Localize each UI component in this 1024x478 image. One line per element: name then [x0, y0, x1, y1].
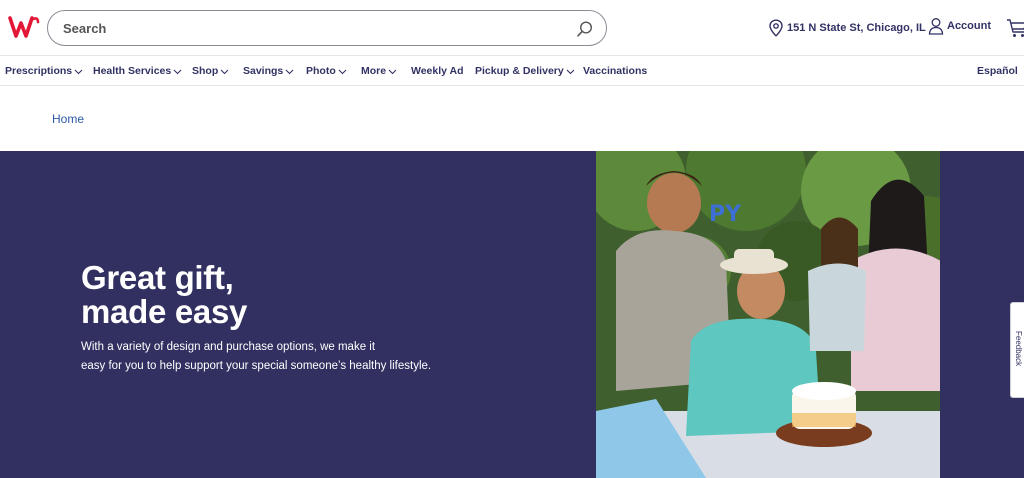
chevron-down-icon — [173, 69, 182, 74]
hero-description: With a variety of design and purchase op… — [81, 338, 451, 376]
nav-photo[interactable]: Photo — [306, 65, 347, 77]
nav-shop[interactable]: Shop — [192, 65, 229, 77]
nav-health-services[interactable]: Health Services — [93, 65, 182, 77]
search-placeholder: Search — [63, 21, 107, 36]
nav-label: More — [361, 65, 387, 77]
language-toggle[interactable]: Español — [977, 65, 1018, 77]
hero-photo: PY — [596, 151, 940, 478]
search-icon[interactable] — [576, 20, 594, 38]
chevron-down-icon — [566, 69, 575, 74]
nav-label: Shop — [192, 65, 219, 77]
nav-label: Pickup & Delivery — [475, 65, 564, 77]
walgreens-logo-icon[interactable] — [8, 14, 40, 40]
nav-prescriptions[interactable]: Prescriptions — [5, 65, 83, 77]
search-input[interactable]: Search — [47, 10, 607, 46]
nav-label: Photo — [306, 65, 336, 77]
location-pin-icon — [769, 19, 783, 37]
chevron-down-icon — [338, 69, 347, 74]
hero-description-line: easy for you to help support your specia… — [81, 360, 432, 372]
nav-label: Weekly Ad — [411, 65, 464, 77]
nav-label: Vaccinations — [583, 65, 648, 77]
account-label: Account — [947, 20, 991, 32]
nav-label: Savings — [243, 65, 284, 77]
main-nav: Prescriptions Health Services Shop Savin… — [0, 57, 1024, 86]
person-icon — [928, 18, 944, 35]
nav-more[interactable]: More — [361, 65, 397, 77]
nav-label: Health Services — [93, 65, 172, 77]
store-locator[interactable]: 151 N State St, Chicago, IL — [768, 18, 926, 38]
hero-description-line: With a variety of design and purchase op… — [81, 341, 376, 353]
hero-title: Great gift, made easy — [81, 261, 481, 329]
hero-title-line: made easy — [81, 293, 248, 330]
chevron-down-icon — [388, 69, 397, 74]
feedback-label: Feedback — [1014, 331, 1023, 367]
feedback-tab[interactable]: Feedback — [1010, 302, 1024, 398]
chevron-down-icon — [285, 69, 294, 74]
account-link[interactable]: Account — [928, 17, 991, 35]
balloon-letters: PY — [709, 202, 742, 227]
site-header: Search 151 N State St, Chicago, IL Accou… — [0, 0, 1024, 56]
nav-savings[interactable]: Savings — [243, 65, 294, 77]
hero-title-line: Great gift, — [81, 259, 234, 296]
language-label: Español — [977, 65, 1018, 77]
hero-banner: Great gift, made easy With a variety of … — [0, 151, 1024, 478]
nav-label: Prescriptions — [5, 65, 73, 77]
breadcrumb-home[interactable]: Home — [52, 112, 84, 126]
nav-vaccinations[interactable]: Vaccinations — [583, 65, 647, 77]
nav-weekly-ad[interactable]: Weekly Ad — [411, 65, 464, 77]
store-address: 151 N State St, Chicago, IL — [787, 22, 926, 34]
nav-pickup-delivery[interactable]: Pickup & Delivery — [475, 65, 575, 77]
chevron-down-icon — [220, 69, 229, 74]
chevron-down-icon — [74, 69, 83, 74]
cart-icon[interactable] — [1006, 17, 1024, 39]
